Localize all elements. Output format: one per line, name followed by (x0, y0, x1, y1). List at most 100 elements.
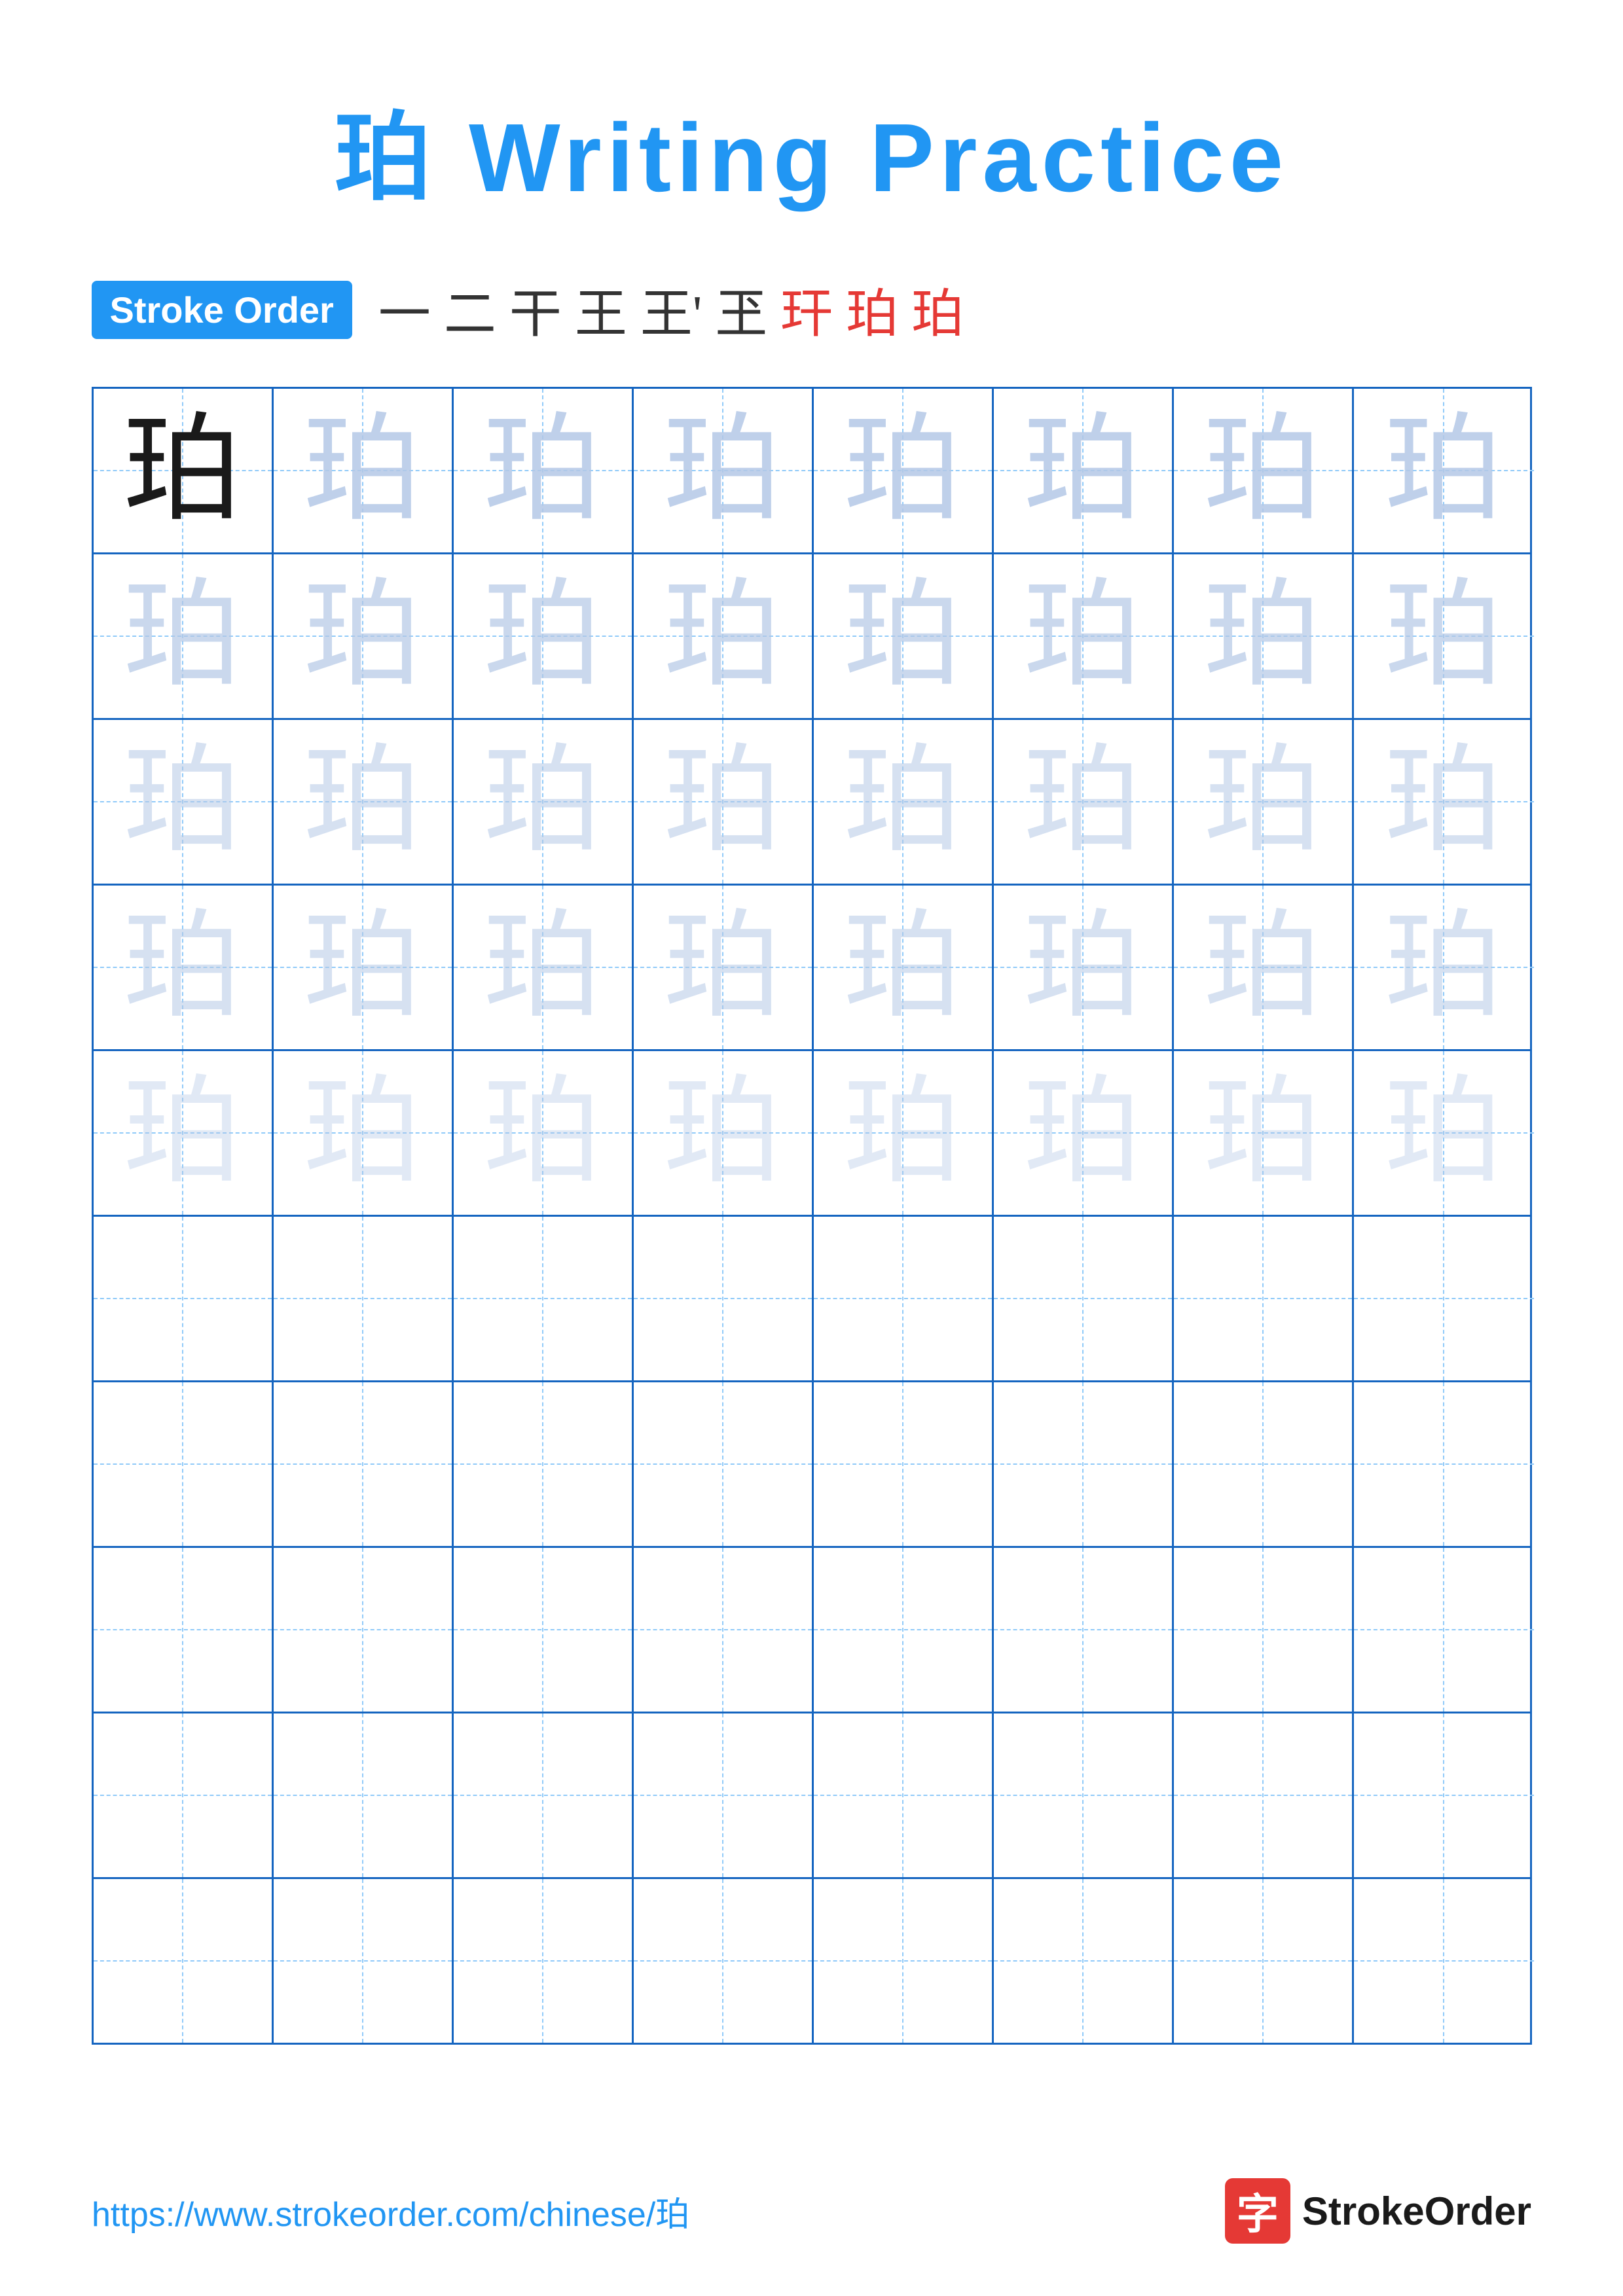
grid-cell-1-7: 珀 (1174, 389, 1354, 552)
char-light1: 珀 (663, 412, 781, 529)
grid-cell-2-4: 珀 (634, 554, 814, 718)
grid-cell-4-4: 珀 (634, 886, 814, 1049)
stroke-order-badge: Stroke Order (92, 281, 352, 339)
grid-row-1: 珀 珀 珀 珀 珀 珀 珀 珀 (94, 389, 1530, 554)
brand-icon: 字 (1225, 2178, 1290, 2244)
grid-row-3: 珀 珀 珀 珀 珀 珀 珀 珀 (94, 720, 1530, 886)
grid-cell-4-7: 珀 (1174, 886, 1354, 1049)
grid-row-5: 珀 珀 珀 珀 珀 珀 珀 珀 (94, 1051, 1530, 1217)
stroke-step-5: 王' (640, 272, 702, 348)
char-light3: 珀 (663, 743, 781, 861)
char-light3: 珀 (843, 908, 961, 1026)
grid-cell-5-2: 珀 (274, 1051, 454, 1215)
grid-row-9 (94, 1713, 1530, 1879)
char-light3: 珀 (303, 908, 421, 1026)
grid-cell-8-8 (1354, 1548, 1534, 1712)
char-light3: 珀 (1385, 743, 1503, 861)
grid-cell-2-7: 珀 (1174, 554, 1354, 718)
char-light4: 珀 (303, 1074, 421, 1192)
grid-cell-7-8 (1354, 1382, 1534, 1546)
char-light2: 珀 (483, 577, 601, 695)
char-light2: 珀 (303, 577, 421, 695)
char-light3: 珀 (483, 743, 601, 861)
char-light3: 珀 (663, 908, 781, 1026)
grid-row-4: 珀 珀 珀 珀 珀 珀 珀 珀 (94, 886, 1530, 1051)
grid-cell-7-7 (1174, 1382, 1354, 1546)
grid-cell-3-5: 珀 (814, 720, 994, 884)
stroke-order-row: Stroke Order 一 二 干 王 王' 玊 玕 珀 珀 (92, 272, 1532, 348)
char-light2: 珀 (123, 577, 241, 695)
grid-cell-6-8 (1354, 1217, 1534, 1380)
char-light1: 珀 (303, 412, 421, 529)
grid-cell-10-6 (994, 1879, 1174, 2043)
brand-char: 字 (1237, 2181, 1279, 2241)
stroke-steps: 一 二 干 王 王' 玊 玕 珀 珀 (378, 272, 964, 348)
grid-cell-2-1: 珀 (94, 554, 274, 718)
grid-cell-8-4 (634, 1548, 814, 1712)
stroke-step-1: 一 (378, 272, 431, 348)
char-light2: 珀 (1023, 577, 1141, 695)
grid-cell-4-5: 珀 (814, 886, 994, 1049)
grid-cell-10-8 (1354, 1879, 1534, 2043)
stroke-step-2: 二 (444, 272, 496, 348)
grid-row-7 (94, 1382, 1530, 1548)
grid-cell-5-6: 珀 (994, 1051, 1174, 1215)
char-light2: 珀 (1385, 577, 1503, 695)
grid-cell-6-6 (994, 1217, 1174, 1380)
grid-cell-8-2 (274, 1548, 454, 1712)
grid-cell-9-8 (1354, 1713, 1534, 1877)
grid-row-6 (94, 1217, 1530, 1382)
grid-cell-7-6 (994, 1382, 1174, 1546)
char-light3: 珀 (123, 908, 241, 1026)
grid-cell-10-7 (1174, 1879, 1354, 2043)
char-light2: 珀 (663, 577, 781, 695)
grid-cell-3-4: 珀 (634, 720, 814, 884)
grid-cell-2-2: 珀 (274, 554, 454, 718)
grid-cell-8-7 (1174, 1548, 1354, 1712)
grid-cell-5-8: 珀 (1354, 1051, 1534, 1215)
grid-cell-10-3 (454, 1879, 634, 2043)
char-light4: 珀 (483, 1074, 601, 1192)
char-light1: 珀 (843, 412, 961, 529)
char-light3: 珀 (303, 743, 421, 861)
grid-cell-2-6: 珀 (994, 554, 1174, 718)
grid-cell-3-7: 珀 (1174, 720, 1354, 884)
stroke-step-9: 珀 (911, 272, 964, 348)
grid-cell-1-5: 珀 (814, 389, 994, 552)
grid-cell-10-1 (94, 1879, 274, 2043)
grid-cell-1-2: 珀 (274, 389, 454, 552)
grid-row-10 (94, 1879, 1530, 2043)
grid-cell-3-3: 珀 (454, 720, 634, 884)
grid-cell-8-6 (994, 1548, 1174, 1712)
grid-cell-6-3 (454, 1217, 634, 1380)
grid-cell-8-5 (814, 1548, 994, 1712)
grid-cell-3-8: 珀 (1354, 720, 1534, 884)
grid-cell-8-3 (454, 1548, 634, 1712)
grid-cell-3-6: 珀 (994, 720, 1174, 884)
grid-cell-6-5 (814, 1217, 994, 1380)
char-light4: 珀 (1385, 1074, 1503, 1192)
grid-cell-1-1: 珀 (94, 389, 274, 552)
grid-cell-6-2 (274, 1217, 454, 1380)
grid-cell-1-6: 珀 (994, 389, 1174, 552)
grid-cell-7-4 (634, 1382, 814, 1546)
grid-cell-5-7: 珀 (1174, 1051, 1354, 1215)
stroke-step-6: 玊 (715, 272, 767, 348)
grid-row-8 (94, 1548, 1530, 1713)
practice-grid: 珀 珀 珀 珀 珀 珀 珀 珀 珀 珀 珀 珀 珀 珀 珀 珀 珀 珀 珀 珀 … (92, 387, 1532, 2045)
grid-cell-10-5 (814, 1879, 994, 2043)
brand-name: StrokeOrder (1302, 2189, 1531, 2234)
grid-cell-5-3: 珀 (454, 1051, 634, 1215)
grid-cell-3-2: 珀 (274, 720, 454, 884)
char-light1: 珀 (1203, 412, 1321, 529)
footer-url[interactable]: https://www.strokeorder.com/chinese/珀 (92, 2187, 689, 2236)
grid-cell-7-5 (814, 1382, 994, 1546)
grid-cell-9-2 (274, 1713, 454, 1877)
char-light3: 珀 (483, 908, 601, 1026)
grid-cell-2-8: 珀 (1354, 554, 1534, 718)
grid-cell-2-5: 珀 (814, 554, 994, 718)
char-light1: 珀 (1385, 412, 1503, 529)
page: 珀 Writing Practice Stroke Order 一 二 干 王 … (0, 0, 1623, 2296)
char-light4: 珀 (843, 1074, 961, 1192)
grid-cell-7-3 (454, 1382, 634, 1546)
